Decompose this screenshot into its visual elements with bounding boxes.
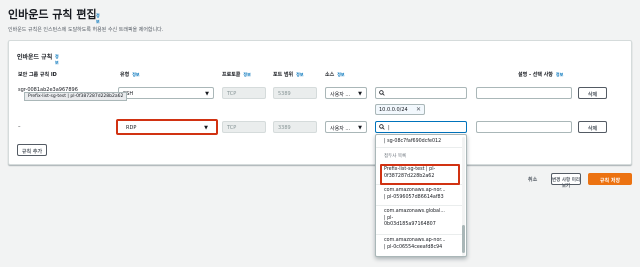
- col-type-info[interactable]: 정보: [132, 72, 139, 77]
- description-input[interactable]: [476, 121, 572, 133]
- source-type-value: 사용자 ...: [330, 126, 351, 132]
- source-search-input[interactable]: [375, 87, 467, 99]
- col-source-info[interactable]: 정보: [337, 72, 344, 77]
- dropdown-divider: [376, 234, 464, 235]
- source-dropdown-menu: Linked-Private-Net... | sg-08c7faf690dcf…: [375, 134, 467, 257]
- col-rule-id: 보안 그룹 규칙 ID: [18, 71, 57, 78]
- inbound-rules-panel: [8, 40, 632, 165]
- cancel-button[interactable]: 취소: [528, 176, 537, 183]
- port-range-field: 3389: [273, 121, 317, 133]
- search-icon: [379, 124, 385, 130]
- source-search-value: |: [388, 125, 390, 131]
- col-description: 설명 - 선택 사항 정보: [518, 71, 563, 78]
- dropdown-divider: [376, 147, 464, 148]
- source-type-value: 사용자 ...: [330, 92, 351, 98]
- protocol-field: TCP: [222, 121, 266, 133]
- col-port-range: 포트 범위 정보: [273, 71, 304, 78]
- panel-info-link[interactable]: 정보: [55, 54, 59, 66]
- col-source: 소스 정보: [325, 71, 345, 78]
- page-title: 인바운드 규칙 편집 정보: [8, 6, 100, 25]
- token-remove-icon[interactable]: ✕: [416, 106, 421, 113]
- panel-title-text: 인바운드 규칙: [17, 54, 53, 61]
- add-rule-button[interactable]: 규칙 추가: [17, 144, 47, 156]
- protocol-field: TCP: [222, 87, 266, 99]
- type-select[interactable]: SSH ▼: [118, 87, 214, 99]
- selected-option-highlight: [380, 164, 460, 185]
- dropdown-option[interactable]: com.amazonaws.ap-nor... | pl-0596057d866…: [384, 188, 460, 201]
- col-protocol-info[interactable]: 정보: [243, 72, 250, 77]
- caret-down-icon: ▼: [205, 91, 209, 97]
- source-search-input[interactable]: |: [375, 121, 467, 133]
- col-description-info[interactable]: 정보: [556, 72, 563, 77]
- caret-down-icon: ▼: [204, 125, 208, 131]
- col-type-label: 유형: [120, 72, 130, 78]
- source-token-label: 10.0.0.0/24: [379, 107, 408, 113]
- preview-changes-button[interactable]: 변경 사항 미리 보기: [551, 173, 581, 189]
- delete-rule-button[interactable]: 삭제: [578, 87, 607, 99]
- dropdown-divider: [376, 205, 464, 206]
- col-port-label: 포트 범위: [273, 72, 294, 78]
- dropdown-scrollbar-thumb[interactable]: [462, 225, 465, 253]
- port-range-field: 5389: [273, 87, 317, 99]
- page-subtitle: 인바운드 규칙은 인스턴스에 도달하도록 허용된 수신 트래픽을 제어합니다.: [8, 27, 164, 33]
- description-input[interactable]: [476, 87, 572, 99]
- page-title-text: 인바운드 규칙 편집: [8, 8, 97, 21]
- search-icon: [379, 90, 385, 96]
- dropdown-option[interactable]: com.amazonaws.global... | pl- 0b03d185a9…: [384, 209, 460, 229]
- dropdown-group-label: 접두사 목록: [384, 154, 407, 159]
- panel-title: 인바운드 규칙 정보: [17, 52, 59, 65]
- col-description-label: 설명 - 선택 사항: [518, 72, 553, 78]
- col-port-info[interactable]: 정보: [296, 72, 303, 77]
- type-select-value: RDP: [126, 125, 137, 131]
- prefix-list-tooltip: Prefix-list-sg-test | pl-0f387287d228b2a…: [24, 92, 128, 101]
- col-rule-id-label: 보안 그룹 규칙 ID: [18, 72, 57, 78]
- source-token: 10.0.0.0/24 ✕: [375, 104, 425, 115]
- type-select[interactable]: RDP ▼: [116, 119, 218, 135]
- rule-id: –: [18, 124, 21, 130]
- col-source-label: 소스: [325, 72, 335, 78]
- save-rules-button[interactable]: 규칙 저장: [588, 173, 632, 185]
- source-type-select[interactable]: 사용자 ... ▼: [325, 87, 367, 99]
- col-protocol-label: 프로토콜: [222, 72, 241, 78]
- delete-rule-button[interactable]: 삭제: [578, 121, 607, 133]
- caret-down-icon: ▼: [358, 91, 362, 97]
- page-info-link[interactable]: 정보: [96, 13, 100, 25]
- source-type-select[interactable]: 사용자 ... ▼: [325, 121, 367, 133]
- dropdown-option[interactable]: com.amazonaws.ap-nor... | pl-0c06554ceea…: [384, 238, 460, 251]
- col-type: 유형 정보: [120, 71, 140, 78]
- col-protocol: 프로토콜 정보: [222, 71, 251, 78]
- caret-down-icon: ▼: [358, 125, 362, 131]
- dropdown-option[interactable]: Linked-Private-Net... | sg-08c7faf690dcf…: [384, 135, 460, 145]
